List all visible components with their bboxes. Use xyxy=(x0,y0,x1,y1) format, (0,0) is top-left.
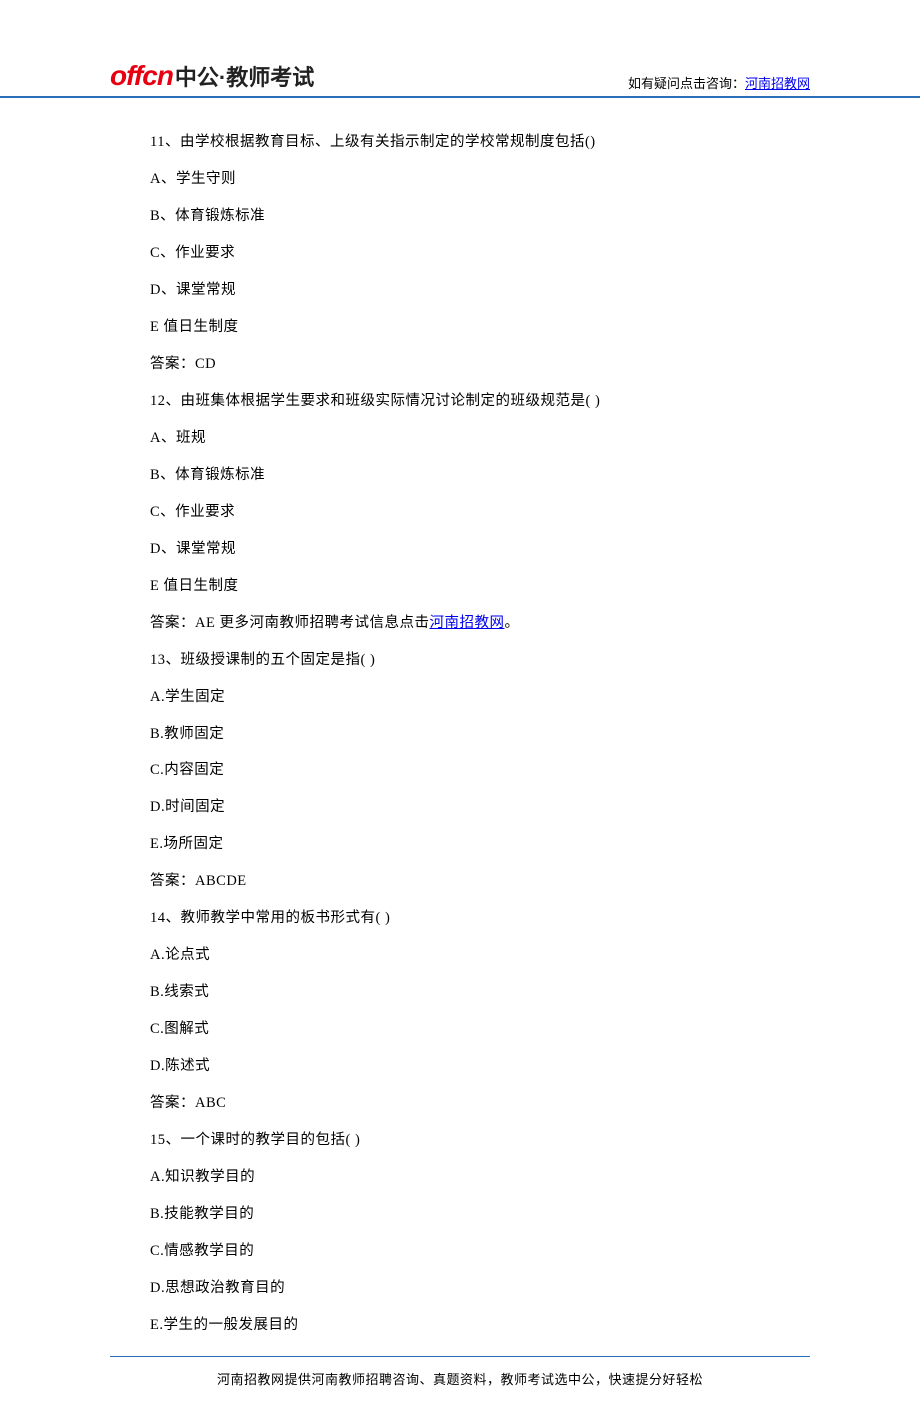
text-line: A.论点式 xyxy=(150,937,810,974)
consult-link[interactable]: 河南招教网 xyxy=(745,76,810,91)
logo-cn: 中公·教师考试 xyxy=(175,60,314,92)
text-line: B、体育锻炼标准 xyxy=(150,457,810,494)
text-line: 14、教师教学中常用的板书形式有( ) xyxy=(150,900,810,937)
text-line: C.情感教学目的 xyxy=(150,1233,810,1270)
text-line: 答案：ABC xyxy=(150,1085,810,1122)
text-line: C.内容固定 xyxy=(150,752,810,789)
text-line: B.教师固定 xyxy=(150,716,810,753)
text-line: E 值日生制度 xyxy=(150,309,810,346)
answer-line-with-link: 答案：AE 更多河南教师招聘考试信息点击河南招教网。 xyxy=(150,605,810,642)
logo-en: offcn xyxy=(110,60,173,92)
page-header: offcn 中公·教师考试 如有疑问点击咨询：河南招教网 xyxy=(0,60,920,98)
text-line: 答案：ABCDE xyxy=(150,863,810,900)
text-line: D、课堂常规 xyxy=(150,272,810,309)
answer12-prefix: 答案：AE 更多河南教师招聘考试信息点击 xyxy=(150,615,429,631)
text-line: A、班规 xyxy=(150,420,810,457)
consult-text: 如有疑问点击咨询：河南招教网 xyxy=(628,73,810,92)
logo: offcn 中公·教师考试 xyxy=(110,60,314,92)
text-line: A、学生守则 xyxy=(150,161,810,198)
text-line: 15、一个课时的教学目的包括( ) xyxy=(150,1122,810,1159)
consult-prefix: 如有疑问点击咨询： xyxy=(628,76,745,91)
text-line: D.陈述式 xyxy=(150,1048,810,1085)
text-line: B.技能教学目的 xyxy=(150,1196,810,1233)
text-line: E 值日生制度 xyxy=(150,568,810,605)
text-line: A.知识教学目的 xyxy=(150,1159,810,1196)
text-line: D.时间固定 xyxy=(150,789,810,826)
answer12-suffix: 。 xyxy=(504,615,519,631)
text-line: 11、由学校根据教育目标、上级有关指示制定的学校常规制度包括() xyxy=(150,124,810,161)
document-body: 11、由学校根据教育目标、上级有关指示制定的学校常规制度包括() A、学生守则 … xyxy=(0,124,920,1344)
page-footer: 河南招教网提供河南教师招聘咨询、真题资料，教师考试选中公，快速提分好轻松 xyxy=(0,1357,920,1388)
text-line: B.线索式 xyxy=(150,974,810,1011)
text-line: 13、班级授课制的五个固定是指( ) xyxy=(150,642,810,679)
text-line: E.学生的一般发展目的 xyxy=(150,1307,810,1344)
text-line: D.思想政治教育目的 xyxy=(150,1270,810,1307)
text-line: C、作业要求 xyxy=(150,235,810,272)
text-line: B、体育锻炼标准 xyxy=(150,198,810,235)
text-line: D、课堂常规 xyxy=(150,531,810,568)
text-line: C.图解式 xyxy=(150,1011,810,1048)
text-line: A.学生固定 xyxy=(150,679,810,716)
inline-link[interactable]: 河南招教网 xyxy=(429,615,504,631)
text-line: E.场所固定 xyxy=(150,826,810,863)
text-line: 答案：CD xyxy=(150,346,810,383)
text-line: C、作业要求 xyxy=(150,494,810,531)
text-line: 12、由班集体根据学生要求和班级实际情况讨论制定的班级规范是( ) xyxy=(150,383,810,420)
